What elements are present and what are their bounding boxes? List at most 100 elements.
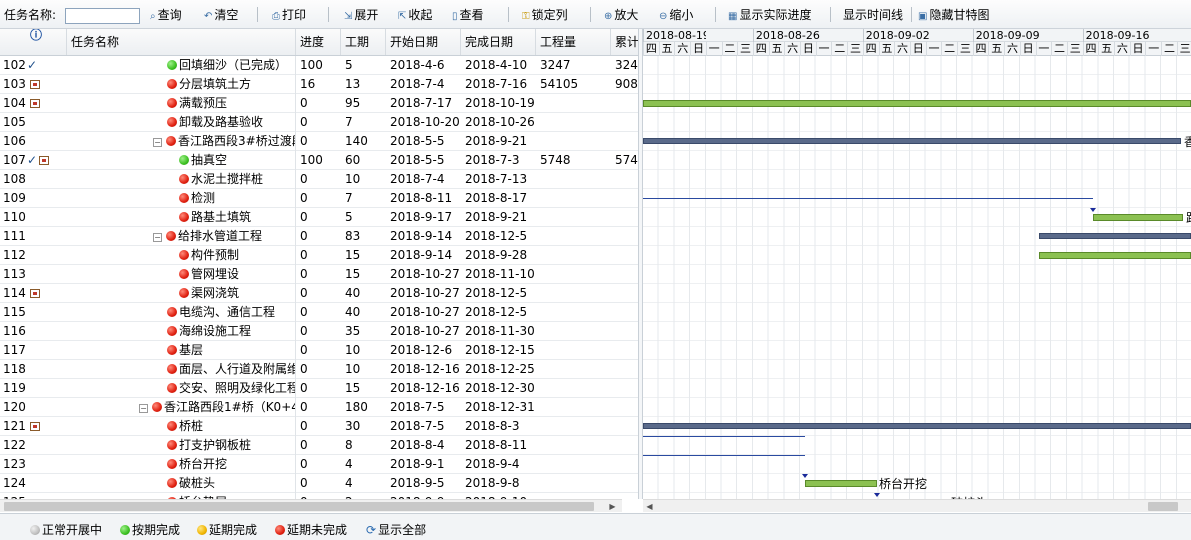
dependency-line[interactable] (643, 198, 1093, 199)
task-name-search-input[interactable] (65, 8, 140, 24)
cumulative-cell[interactable]: 5748 (615, 151, 638, 170)
work-quantity-cell[interactable] (540, 265, 612, 284)
end-date-cell[interactable]: 2018-11-10 (465, 265, 537, 284)
start-date-cell[interactable]: 2018-8-4 (390, 436, 462, 455)
task-bar[interactable] (805, 480, 877, 487)
cumulative-cell[interactable] (615, 246, 638, 265)
summary-bar[interactable] (643, 138, 1181, 144)
cumulative-cell[interactable] (615, 341, 638, 360)
start-date-cell[interactable]: 2018-10-27 (390, 265, 462, 284)
duration-cell[interactable]: 15 (345, 265, 387, 284)
end-date-cell[interactable]: 2018-12-15 (465, 341, 537, 360)
start-date-cell[interactable]: 2018-9-14 (390, 246, 462, 265)
note-icon[interactable] (39, 156, 50, 165)
duration-cell[interactable]: 5 (345, 56, 387, 75)
start-date-cell[interactable]: 2018-10-27 (390, 284, 462, 303)
work-quantity-cell[interactable] (540, 379, 612, 398)
work-quantity-cell[interactable] (540, 113, 612, 132)
work-quantity-cell[interactable] (540, 360, 612, 379)
work-quantity-cell[interactable] (540, 417, 612, 436)
progress-cell[interactable]: 0 (300, 208, 342, 227)
progress-cell[interactable]: 0 (300, 474, 342, 493)
note-icon[interactable] (30, 80, 40, 89)
task-name-cell[interactable]: 面层、人行道及附属维 (67, 360, 296, 379)
table-row[interactable]: 124 破桩头 0 4 2018-9-5 2018-9-8 (0, 474, 638, 493)
end-date-cell[interactable]: 2018-10-19 (465, 94, 537, 113)
progress-cell[interactable]: 0 (300, 227, 342, 246)
cumulative-cell[interactable]: 9086 (615, 75, 638, 94)
table-row[interactable]: 105 卸载及路基验收 0 7 2018-10-20 2018-10-26 (0, 113, 638, 132)
end-date-cell[interactable]: 2018-9-8 (465, 474, 537, 493)
collapse-button[interactable]: ⇱ 收起 (398, 6, 432, 24)
summary-bar[interactable] (1039, 233, 1191, 239)
progress-cell[interactable]: 0 (300, 398, 342, 417)
progress-cell[interactable]: 0 (300, 379, 342, 398)
work-quantity-cell[interactable] (540, 474, 612, 493)
table-row[interactable]: 102 ✓ 回填细沙（已完成） 100 5 2018-4-6 2018-4-10 3247 32… (0, 56, 638, 75)
task-name-cell[interactable]: 破桩头 (67, 474, 296, 493)
progress-cell[interactable]: 0 (300, 265, 342, 284)
task-name-cell[interactable]: 交安、照明及绿化工程 (67, 379, 296, 398)
duration-cell[interactable]: 40 (345, 303, 387, 322)
start-date-cell[interactable]: 2018-10-27 (390, 322, 462, 341)
duration-cell[interactable]: 7 (345, 189, 387, 208)
cumulative-cell[interactable] (615, 227, 638, 246)
progress-cell[interactable]: 0 (300, 322, 342, 341)
start-date-cell[interactable]: 2018-7-4 (390, 170, 462, 189)
query-button[interactable]: ⌕ 查询 (150, 6, 182, 24)
work-quantity-cell[interactable] (540, 132, 612, 151)
task-name-cell[interactable]: 满载预压 (67, 94, 296, 113)
work-quantity-cell[interactable] (540, 455, 612, 474)
cumulative-cell[interactable] (615, 436, 638, 455)
column-header-end-date[interactable]: 完成日期 (461, 29, 536, 55)
legend-on-time[interactable]: 按期完成 (120, 521, 180, 538)
task-name-cell[interactable]: 打支护钢板桩 (67, 436, 296, 455)
cumulative-cell[interactable] (615, 132, 638, 151)
table-row[interactable]: 122 打支护钢板桩 0 8 2018-8-4 2018-8-11 (0, 436, 638, 455)
column-header-work-quantity[interactable]: 工程量 (536, 29, 611, 55)
start-date-cell[interactable]: 2018-12-6 (390, 341, 462, 360)
task-name-cell[interactable]: 回填细沙（已完成） (67, 56, 296, 75)
task-name-cell[interactable]: 水泥土搅拌桩 (67, 170, 296, 189)
task-name-cell[interactable]: 检测 (67, 189, 296, 208)
start-date-cell[interactable]: 2018-7-4 (390, 75, 462, 94)
progress-cell[interactable]: 0 (300, 436, 342, 455)
work-quantity-cell[interactable] (540, 322, 612, 341)
end-date-cell[interactable]: 2018-12-30 (465, 379, 537, 398)
start-date-cell[interactable]: 2018-9-5 (390, 474, 462, 493)
start-date-cell[interactable]: 2018-7-5 (390, 417, 462, 436)
progress-cell[interactable]: 0 (300, 417, 342, 436)
start-date-cell[interactable]: 2018-9-14 (390, 227, 462, 246)
duration-cell[interactable]: 35 (345, 322, 387, 341)
start-date-cell[interactable]: 2018-5-5 (390, 151, 462, 170)
task-name-cell[interactable]: 路基土填筑 (67, 208, 296, 227)
note-icon[interactable] (30, 99, 40, 108)
end-date-cell[interactable]: 2018-12-25 (465, 360, 537, 379)
duration-cell[interactable]: 83 (345, 227, 387, 246)
gantt-scroll-thumb[interactable] (1148, 502, 1178, 511)
progress-cell[interactable]: 0 (300, 455, 342, 474)
note-icon[interactable] (30, 422, 40, 431)
end-date-cell[interactable]: 2018-12-5 (465, 303, 537, 322)
cumulative-cell[interactable] (615, 284, 638, 303)
start-date-cell[interactable]: 2018-8-11 (390, 189, 462, 208)
progress-cell[interactable]: 0 (300, 284, 342, 303)
task-bar[interactable] (1093, 214, 1183, 221)
duration-cell[interactable]: 40 (345, 284, 387, 303)
duration-cell[interactable]: 5 (345, 208, 387, 227)
cumulative-cell[interactable] (615, 265, 638, 284)
cumulative-cell[interactable] (615, 417, 638, 436)
work-quantity-cell[interactable] (540, 208, 612, 227)
task-name-cell[interactable]: 桥台开挖 (67, 455, 296, 474)
table-row[interactable]: 111 − 给排水管道工程 0 83 2018-9-14 2018-12-5 (0, 227, 638, 246)
end-date-cell[interactable]: 2018-7-3 (465, 151, 537, 170)
table-row[interactable]: 117 基层 0 10 2018-12-6 2018-12-15 (0, 341, 638, 360)
end-date-cell[interactable]: 2018-12-5 (465, 284, 537, 303)
progress-cell[interactable]: 0 (300, 341, 342, 360)
column-header-progress[interactable]: 进度 (296, 29, 341, 55)
end-date-cell[interactable]: 2018-10-26 (465, 113, 537, 132)
cumulative-cell[interactable] (615, 455, 638, 474)
milestone-marker[interactable] (874, 493, 880, 497)
table-row[interactable]: 112 构件预制 0 15 2018-9-14 2018-9-28 (0, 246, 638, 265)
end-date-cell[interactable]: 2018-12-31 (465, 398, 537, 417)
